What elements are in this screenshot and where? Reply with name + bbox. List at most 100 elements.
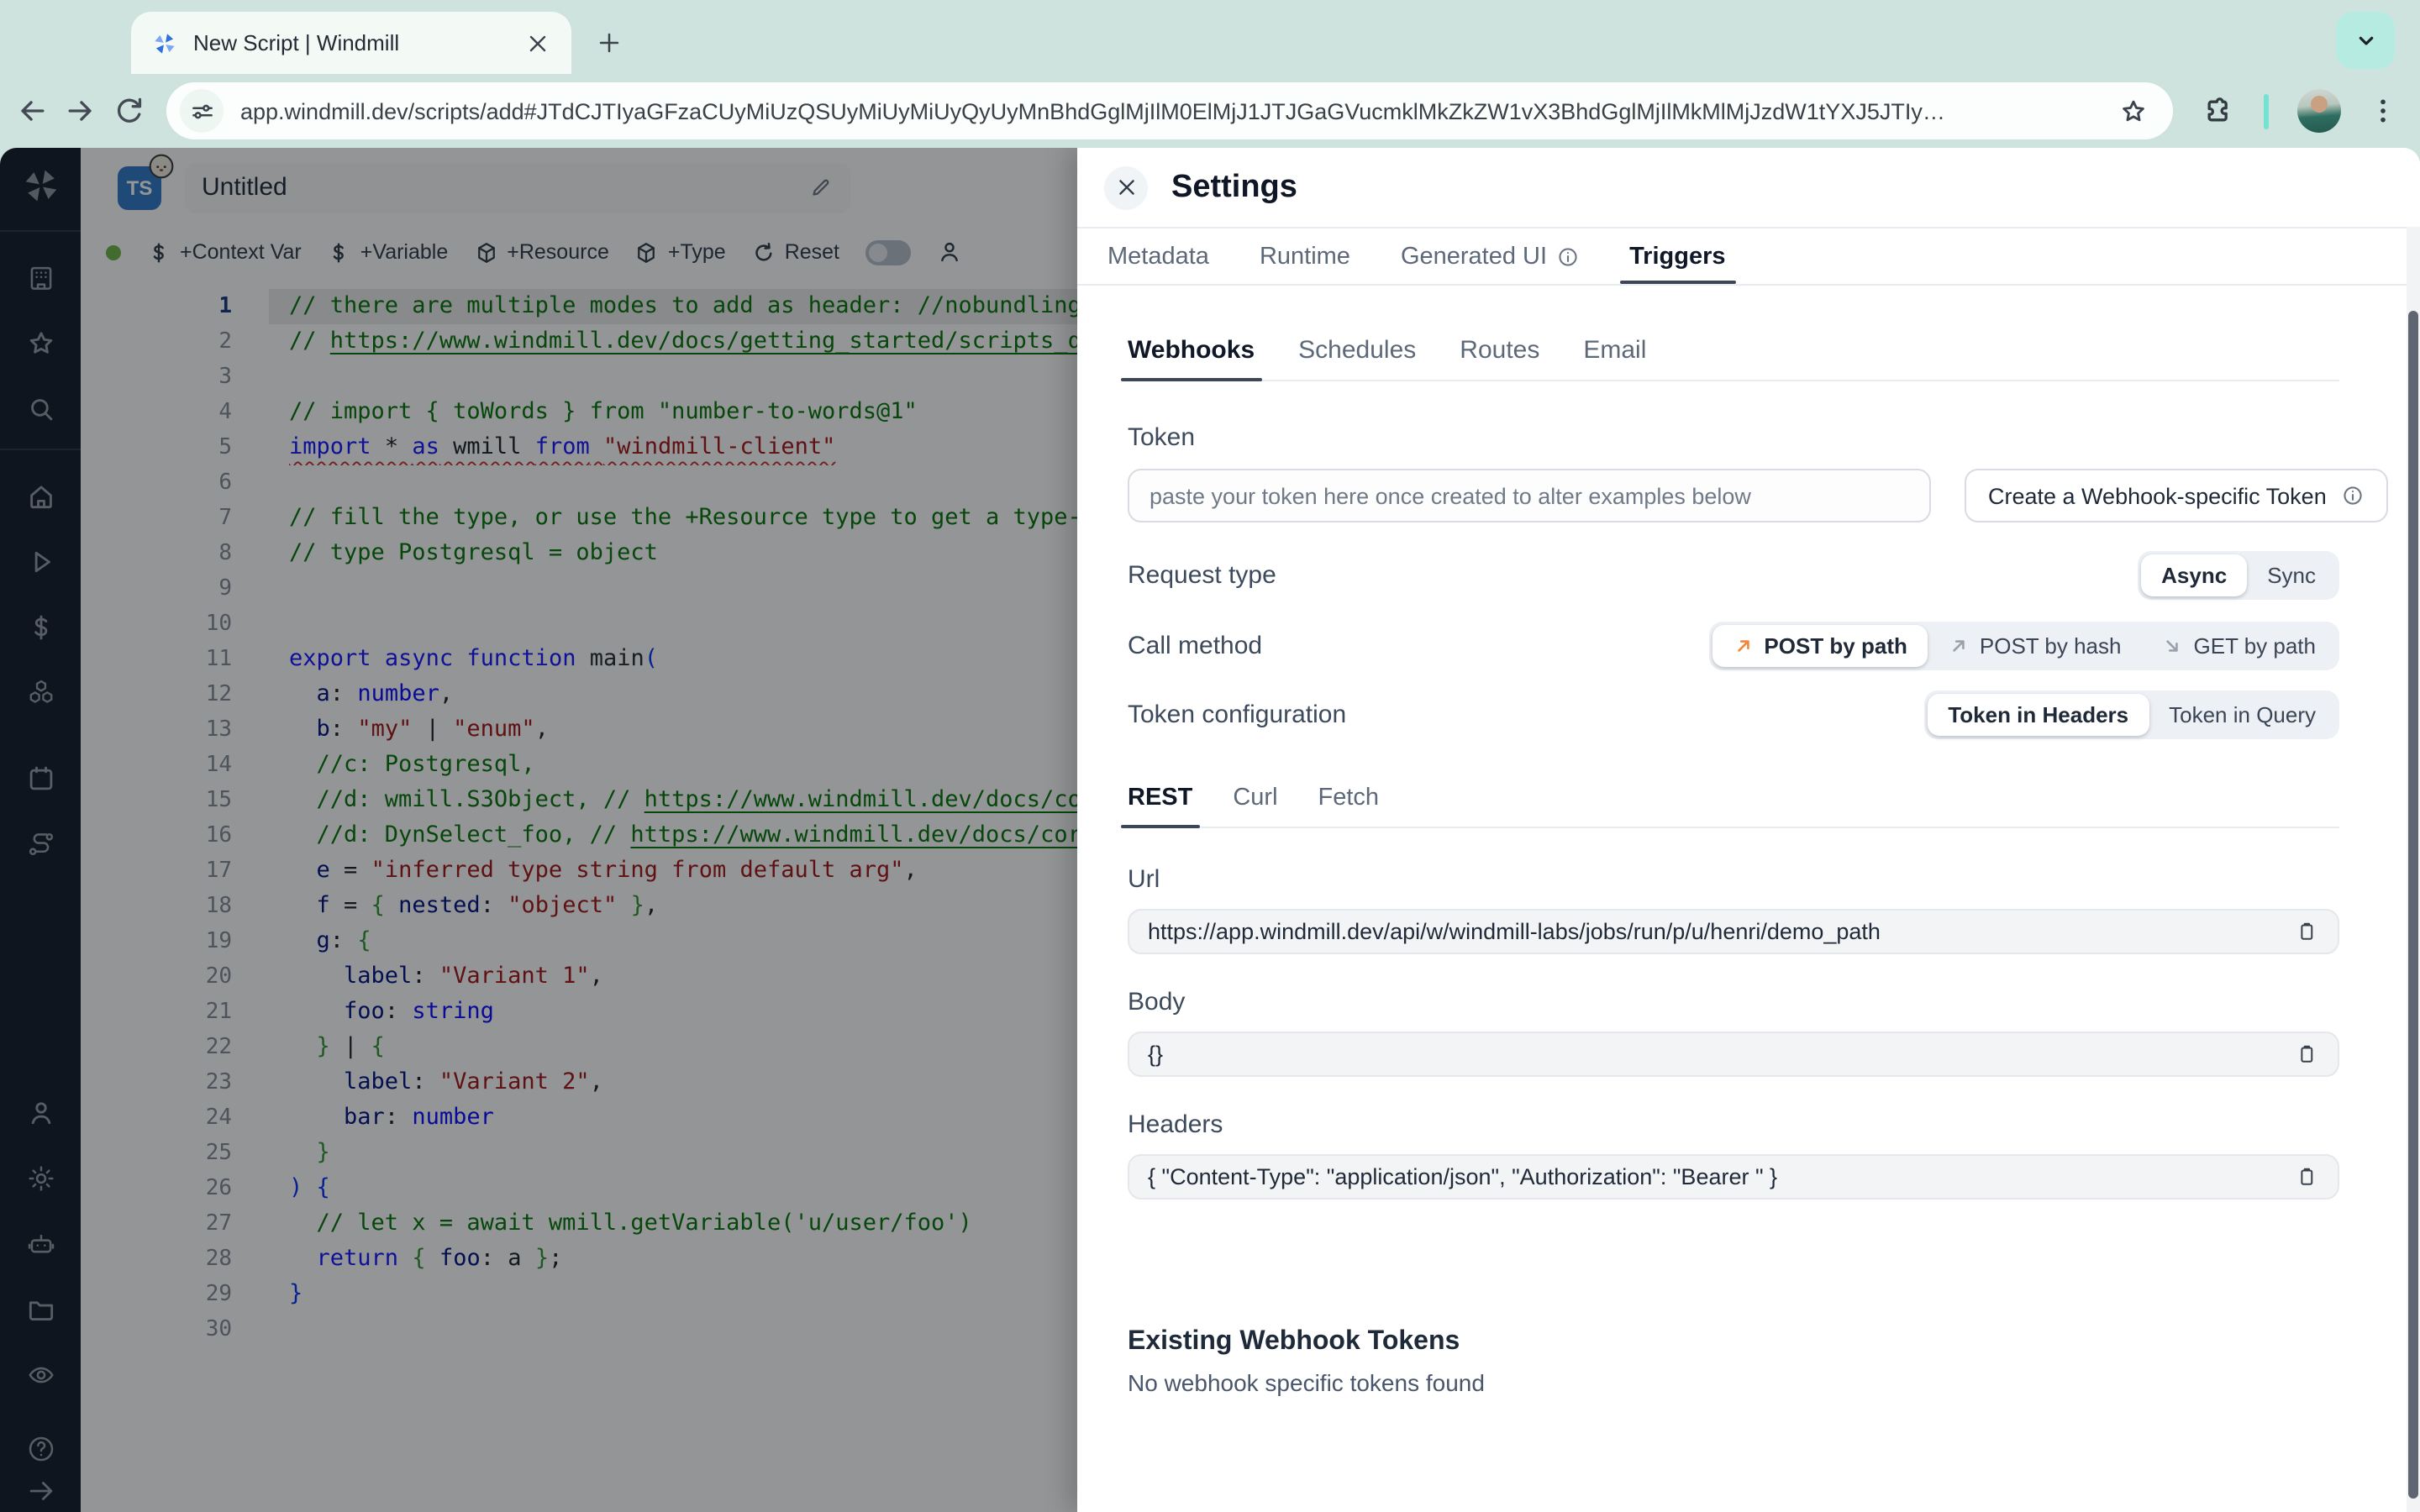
- headers-field[interactable]: { "Content-Type": "application/json", "A…: [1128, 1154, 2339, 1200]
- tab-label: Runtime: [1259, 243, 1350, 270]
- copy-clipboard-icon[interactable]: [2294, 1164, 2319, 1189]
- request-type-option-sync[interactable]: Sync: [2247, 554, 2336, 596]
- bookmark-star-icon[interactable]: [2118, 95, 2149, 127]
- trigger-tab-schedules[interactable]: Schedules: [1298, 336, 1416, 365]
- token-row: Create a Webhook-specific Token: [1128, 469, 2389, 522]
- tab-label: Generated UI: [1400, 243, 1548, 270]
- headers-label: Headers: [1128, 1110, 1223, 1139]
- call-method-segmented-control: POST by path POST by hash GET by path: [1708, 622, 2339, 670]
- token-configuration-option-token-in-headers[interactable]: Token in Headers: [1928, 694, 2149, 736]
- request-type-row: Request type Async Sync: [1128, 551, 2339, 600]
- trigger-tab-routes[interactable]: Routes: [1460, 336, 1539, 365]
- example-tab-curl[interactable]: Curl: [1233, 785, 1277, 811]
- settings-drawer: Settings Metadata Runtime Generated UI Trig…: [1077, 148, 2420, 1512]
- example-tabs: REST Curl Fetch: [1121, 785, 2339, 828]
- arrow-up-right-icon: [1948, 635, 1970, 657]
- trigger-tab-webhooks[interactable]: Webhooks: [1121, 336, 1261, 381]
- browser-toolbar: app.windmill.dev/scripts/add#JTdCJTIyaGF…: [0, 74, 2420, 148]
- close-icon: [1115, 176, 1137, 198]
- call-method-option-post-by-hash[interactable]: POST by hash: [1928, 625, 2142, 667]
- request-type-segmented-control: Async Sync: [2138, 551, 2339, 600]
- copy-clipboard-icon[interactable]: [2294, 1042, 2319, 1067]
- url-value: https://app.windmill.dev/api/w/windmill-…: [1148, 919, 1881, 944]
- create-webhook-token-button[interactable]: Create a Webhook-specific Token: [1965, 469, 2389, 522]
- tab-label: Triggers: [1629, 243, 1726, 270]
- windmill-favicon-icon: [151, 29, 178, 56]
- token-configuration-label: Token configuration: [1128, 701, 1347, 729]
- back-icon[interactable]: [13, 92, 50, 129]
- browser-menu-icon[interactable]: [2366, 94, 2400, 128]
- modal-overlay[interactable]: [0, 148, 1077, 1512]
- site-settings-icon[interactable]: [180, 89, 224, 133]
- token-input[interactable]: [1128, 469, 1931, 522]
- tab-metadata[interactable]: Metadata: [1107, 228, 1209, 284]
- tab-close-icon[interactable]: [524, 29, 551, 56]
- token-configuration-row: Token configuration Token in Headers Token…: [1128, 690, 2339, 739]
- tab-generated-ui[interactable]: Generated UI: [1401, 228, 1579, 284]
- drawer-title: Settings: [1171, 169, 1297, 204]
- info-icon: [1555, 244, 1579, 268]
- example-tab-fetch[interactable]: Fetch: [1318, 785, 1380, 811]
- token-configuration-option-token-in-query[interactable]: Token in Query: [2149, 694, 2336, 736]
- option-label: POST by path: [1764, 633, 1907, 659]
- new-tab-button[interactable]: [595, 29, 623, 57]
- trigger-tab-label: Routes: [1460, 336, 1540, 365]
- tab-search-button[interactable]: [2336, 12, 2395, 69]
- extensions-icon[interactable]: [2202, 94, 2235, 128]
- trigger-tabs: Webhooks Schedules Routes Email: [1121, 336, 2339, 381]
- call-method-label: Call method: [1128, 632, 1263, 660]
- browser-tab-strip: New Script | Windmill: [0, 0, 2420, 74]
- url-bar[interactable]: app.windmill.dev/scripts/add#JTdCJTIyaGF…: [166, 82, 2173, 139]
- trigger-tab-email[interactable]: Email: [1583, 336, 1646, 365]
- call-method-option-post-by-path[interactable]: POST by path: [1712, 625, 1928, 667]
- trigger-tab-label: Schedules: [1298, 336, 1417, 365]
- info-icon: [2342, 484, 2365, 507]
- copy-clipboard-icon[interactable]: [2294, 919, 2319, 944]
- close-drawer-button[interactable]: [1104, 165, 1148, 209]
- trigger-tab-label: Email: [1583, 336, 1647, 365]
- settings-tabs: Metadata Runtime Generated UI Triggers: [1077, 227, 2420, 286]
- token-configuration-segmented-control: Token in Headers Token in Query: [1924, 690, 2339, 739]
- app-window: TS Untitled +Context Var +Variable +Reso…: [0, 148, 2420, 1512]
- tab-triggers[interactable]: Triggers: [1619, 228, 1736, 284]
- example-tab-rest[interactable]: REST: [1121, 785, 1199, 828]
- option-label: POST by hash: [1979, 633, 2122, 659]
- call-method-row: Call method POST by path POST by hash GET b…: [1128, 622, 2339, 670]
- token-label: Token: [1128, 423, 1196, 452]
- chevron-down-icon: [2352, 27, 2379, 54]
- tab-runtime[interactable]: Runtime: [1260, 228, 1350, 284]
- trigger-tab-label: Webhooks: [1128, 336, 1255, 365]
- drawer-scrollbar-thumb[interactable]: [2408, 311, 2418, 1499]
- request-type-label: Request type: [1128, 561, 1276, 590]
- body-field[interactable]: {}: [1128, 1032, 2339, 1077]
- arrow-up-right-icon: [1732, 635, 1754, 657]
- body-value: {}: [1148, 1042, 1164, 1067]
- headers-value: { "Content-Type": "application/json", "A…: [1148, 1164, 1778, 1189]
- example-tab-label: Fetch: [1318, 785, 1380, 811]
- option-label: Token in Headers: [1948, 702, 2129, 727]
- tab-label: Metadata: [1107, 243, 1209, 270]
- arrow-down-right-icon: [2162, 635, 2184, 657]
- reload-icon[interactable]: [111, 92, 148, 129]
- url-field[interactable]: https://app.windmill.dev/api/w/windmill-…: [1128, 909, 2339, 954]
- request-type-option-async[interactable]: Async: [2141, 554, 2248, 596]
- drawer-body: Webhooks Schedules Routes Email Token Creat…: [1077, 286, 2420, 1512]
- create-webhook-token-label: Create a Webhook-specific Token: [1988, 483, 2327, 508]
- screen: New Script | Windmill app.windmill.dev/s…: [0, 0, 2420, 1512]
- url-label: Url: [1128, 865, 1160, 894]
- call-method-option-get-by-path[interactable]: GET by path: [2142, 625, 2337, 667]
- example-tab-label: Curl: [1233, 785, 1278, 811]
- profile-separator: [2264, 93, 2269, 129]
- profile-avatar[interactable]: [2297, 89, 2341, 133]
- option-label: Token in Query: [2169, 702, 2316, 727]
- browser-tab[interactable]: New Script | Windmill: [131, 12, 571, 74]
- url-text: app.windmill.dev/scripts/add#JTdCJTIyaGF…: [240, 98, 1945, 123]
- existing-tokens-empty: No webhook specific tokens found: [1128, 1369, 1485, 1396]
- option-label: Async: [2161, 563, 2228, 588]
- drawer-scrollbar-track[interactable]: [2407, 227, 2420, 1512]
- example-tab-label: REST: [1128, 785, 1193, 811]
- option-label: Sync: [2267, 563, 2316, 588]
- forward-icon[interactable]: [62, 92, 99, 129]
- body-label: Body: [1128, 988, 1186, 1016]
- existing-tokens-title: Existing Webhook Tokens: [1128, 1327, 1460, 1356]
